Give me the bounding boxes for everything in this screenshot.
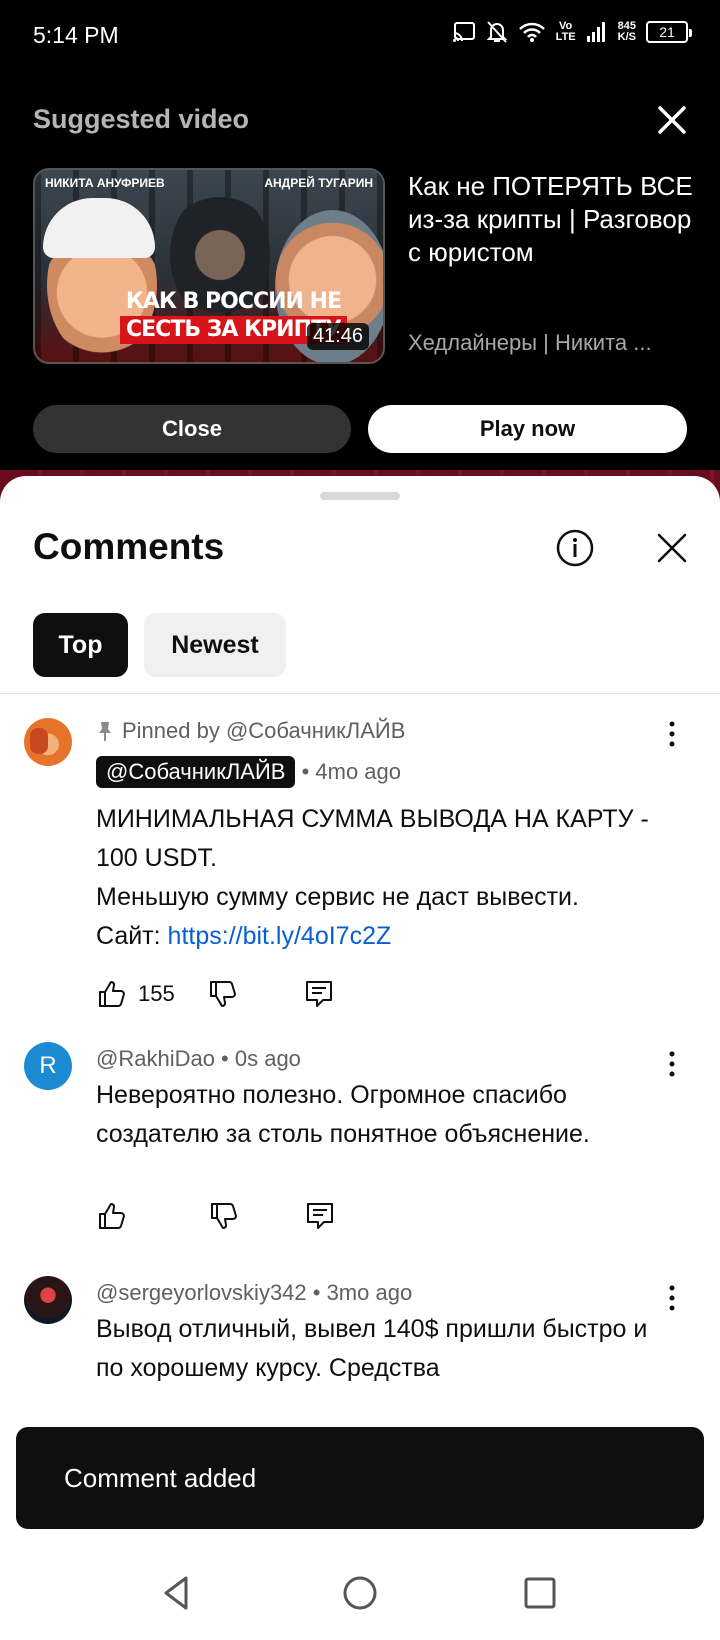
comment-author-meta[interactable]: @RakhiDao • 0s ago [96, 1046, 301, 1072]
volte-icon: Vo LTE [555, 20, 576, 43]
play-now-button[interactable]: Play now [368, 405, 687, 453]
comment-link[interactable]: https://bit.ly/4oI7c2Z [168, 922, 392, 950]
comment-time: • 4mo ago [301, 759, 401, 784]
comment-author[interactable]: @СобачникЛАЙВ [96, 756, 296, 788]
pinned-text: Pinned by @СобачникЛАЙВ [122, 718, 406, 743]
dislike-icon[interactable] [208, 1200, 240, 1232]
chip-top[interactable]: Top [33, 613, 128, 677]
system-nav-bar [0, 1546, 720, 1640]
battery-icon: 21 [646, 21, 692, 43]
more-options-icon[interactable] [662, 718, 682, 750]
status-time: 5:14 PM [33, 22, 119, 48]
chip-newest[interactable]: Newest [144, 613, 286, 677]
suggested-video-channel: Хедлайнеры | Никита ... [408, 330, 652, 355]
suggested-video-heading: Suggested video [33, 104, 250, 134]
like-icon[interactable] [96, 1200, 128, 1232]
thumbnail-name-right: АНДРЕЙ ТУГАРИН [264, 176, 373, 190]
home-icon[interactable] [337, 1570, 383, 1616]
status-icons: Vo LTE 845 K/S 21 [452, 20, 692, 44]
divider [0, 693, 720, 694]
more-options-icon[interactable] [662, 1282, 682, 1314]
cast-icon [452, 22, 475, 42]
dislike-icon[interactable] [207, 978, 239, 1010]
suggested-video-title[interactable]: Как не ПОТЕРЯТЬ ВСЕ из-за крипты | Разго… [408, 170, 698, 269]
comment-actions: 155 [96, 976, 335, 1012]
back-icon[interactable] [154, 1570, 200, 1616]
video-duration: 41:46 [306, 323, 369, 350]
avatar[interactable]: R [24, 1042, 72, 1090]
network-speed: 845 K/S [617, 20, 636, 43]
comment-body: Вывод отличный, вывел 140$ пришли быстро… [96, 1315, 648, 1382]
avatar[interactable] [24, 718, 72, 766]
like-icon[interactable] [96, 978, 128, 1010]
status-bar: 5:14 PM Vo LTE 845 K/S 21 [0, 0, 720, 72]
pinned-label: Pinned by @СобачникЛАЙВ [96, 718, 405, 744]
wifi-icon [518, 22, 545, 42]
close-icon[interactable] [652, 100, 692, 140]
drag-handle[interactable] [320, 492, 400, 500]
close-icon[interactable] [652, 528, 692, 568]
comment-body: Невероятно полезно. Огромное спасибо соз… [96, 1081, 590, 1148]
reply-icon[interactable] [304, 1200, 336, 1232]
toast-snackbar: Comment added [16, 1427, 704, 1529]
avatar[interactable] [24, 1276, 72, 1324]
comment-body-line: МИНИМАЛЬНАЯ СУММА ВЫВОДА НА КАРТУ - 100 … [96, 805, 649, 872]
more-options-icon[interactable] [662, 1048, 682, 1080]
comments-title: Comments [33, 526, 225, 567]
toast-message: Comment added [64, 1462, 257, 1493]
comment-body-line: Сайт: https://bit.ly/4oI7c2Z [96, 922, 392, 950]
comment-meta: @СобачникЛАЙВ • 4mo ago [96, 756, 401, 788]
bell-off-icon [486, 21, 508, 43]
comment-author-meta[interactable]: @sergeyorlovskiy342 • 3mo ago [96, 1280, 412, 1306]
signal-icon [586, 22, 605, 42]
comment-actions [96, 1198, 336, 1234]
pin-icon [99, 722, 111, 741]
comment-body: МИНИМАЛЬНАЯ СУММА ВЫВОДА НА КАРТУ - 100 … [96, 800, 676, 956]
suggested-video-thumbnail[interactable]: НИКИТА АНУФРИЕВ АНДРЕЙ ТУГАРИН КАК В РОС… [33, 168, 385, 364]
reply-icon[interactable] [303, 978, 335, 1010]
comment-body-line: Меньшую сумму сервис не даст вывести. [96, 883, 579, 911]
close-button[interactable]: Close [33, 405, 351, 453]
thumbnail-name-left: НИКИТА АНУФРИЕВ [45, 176, 165, 190]
info-icon[interactable] [555, 528, 595, 568]
like-count: 155 [138, 981, 175, 1006]
comments-sheet: Comments Top Newest Pinned by @СобачникЛ… [0, 476, 720, 1546]
recents-icon[interactable] [517, 1570, 563, 1616]
battery-level: 21 [659, 24, 675, 40]
